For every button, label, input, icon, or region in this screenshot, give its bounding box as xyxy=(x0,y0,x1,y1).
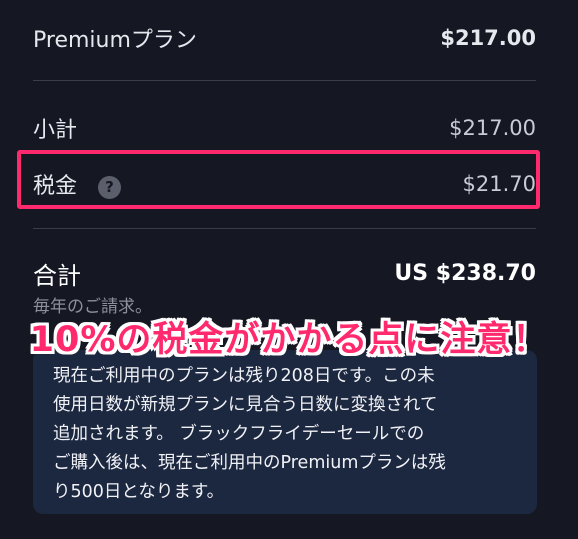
total-label: 合計 xyxy=(33,262,81,290)
subtotal-row: 小計 $217.00 xyxy=(33,112,536,144)
plan-label: Premiumプラン xyxy=(33,28,197,53)
tax-highlight-box xyxy=(17,150,540,209)
plan-row: Premiumプラン $217.00 xyxy=(33,22,536,54)
total-row: 合計 US $238.70 xyxy=(33,256,536,291)
divider xyxy=(33,228,536,229)
total-amount: US $238.70 xyxy=(394,261,536,286)
plan-amount: $217.00 xyxy=(440,26,536,50)
info-line: 追加されます。 ブラックフライデーセールでの xyxy=(53,424,425,444)
info-box: 現在ご利用中のプランは残り208日です。この未 使用日数が新規プランに見合う日数… xyxy=(33,350,537,514)
tax-annotation-banner: 10%の税金がかかる点に注意！ xyxy=(29,320,549,360)
info-text: 現在ご利用中のプランは残り208日です。この未 使用日数が新規プランに見合う日数… xyxy=(53,362,517,507)
order-summary: Premiumプラン $217.00 小計 $217.00 税金 ? $21.7… xyxy=(0,0,578,539)
subtotal-amount: $217.00 xyxy=(449,116,536,140)
subtotal-label: 小計 xyxy=(33,118,78,143)
info-line: り500日となります。 xyxy=(53,482,225,502)
info-line: ご購入後は、現在ご利用中のPremiumプランは残 xyxy=(53,453,446,473)
info-line: 現在ご利用中のプランは残り208日です。この未 xyxy=(53,366,435,386)
divider xyxy=(33,80,536,81)
info-line: 使用日数が新規プランに見合う日数に変換されて xyxy=(53,395,438,415)
